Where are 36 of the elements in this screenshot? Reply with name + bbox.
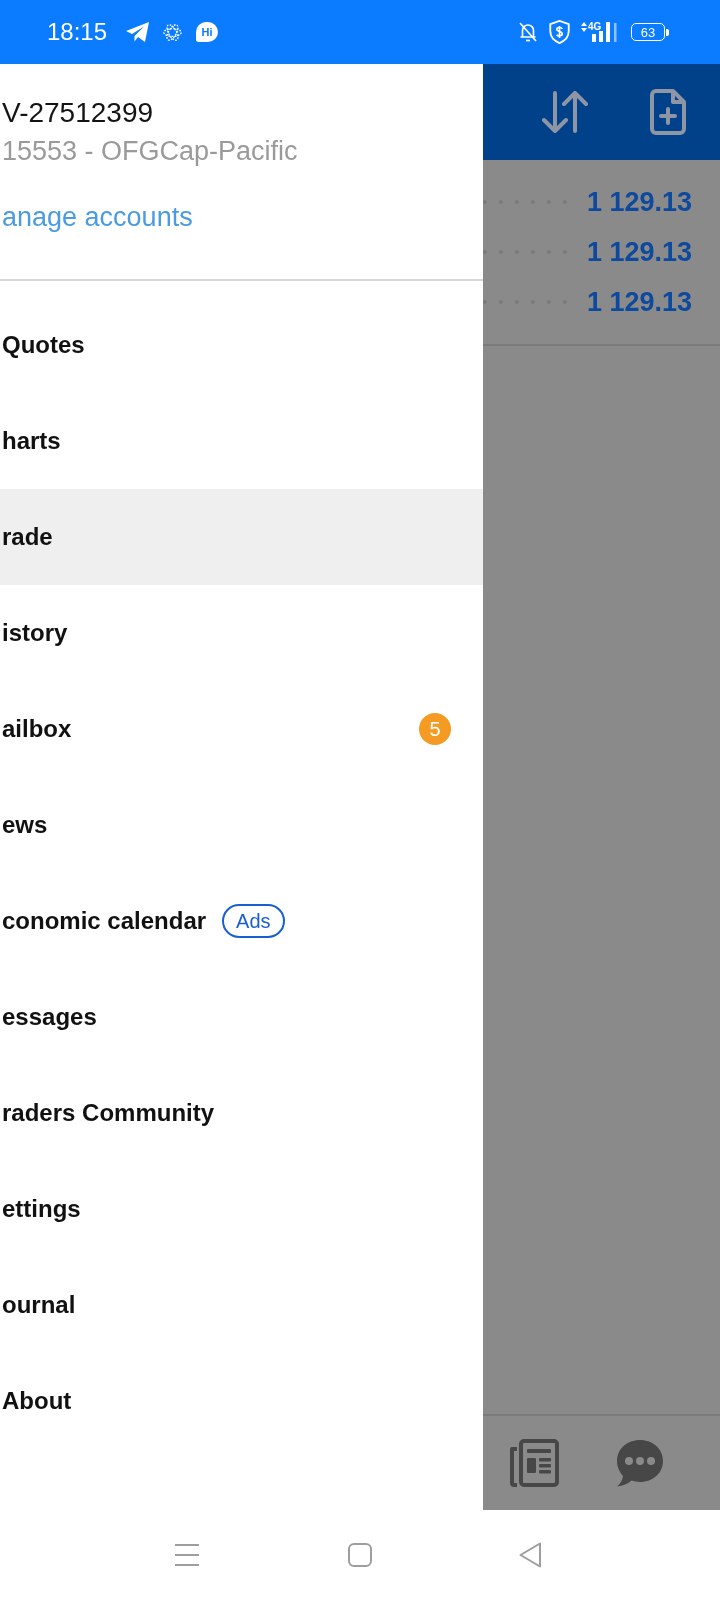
- network-type-label: 4G: [588, 22, 603, 32]
- menu-item-label: rade: [2, 523, 53, 551]
- data-arrows-icon: [581, 22, 587, 32]
- menu-item[interactable]: rade: [0, 489, 483, 585]
- chat-bubble-icon[interactable]: [616, 1439, 664, 1487]
- menu-item-label: Quotes: [2, 331, 85, 359]
- price-value: 1 129.13: [586, 236, 692, 268]
- paper-plane-icon: [126, 22, 150, 42]
- menu-item-label: ournal: [2, 1291, 76, 1319]
- unread-count-badge: 5: [419, 713, 451, 745]
- menu-item-label: ettings: [2, 1195, 81, 1223]
- menu-item-label: ews: [2, 811, 48, 839]
- recent-apps-icon[interactable]: [175, 1543, 199, 1567]
- menu-item-label: istory: [2, 619, 68, 647]
- add-document-icon[interactable]: [650, 89, 686, 135]
- chat-app-icon: Hi: [196, 22, 219, 42]
- shield-dollar-icon: [549, 20, 570, 44]
- back-icon[interactable]: [519, 1542, 541, 1568]
- muted-bell-icon: [519, 22, 537, 42]
- menu-item-label: ailbox: [2, 715, 72, 743]
- server-name: 15553 - OFGCap-Pacific: [2, 135, 298, 168]
- clock-time: 18:15: [47, 18, 108, 46]
- account-number: V-27512399: [2, 96, 154, 130]
- sort-arrows-icon[interactable]: [542, 91, 588, 133]
- menu-item-label: essages: [2, 1003, 97, 1031]
- atom-icon: [163, 22, 183, 42]
- newspaper-icon[interactable]: [509, 1439, 559, 1487]
- price-value: 1 129.13: [586, 186, 692, 218]
- home-icon[interactable]: [348, 1543, 372, 1567]
- ads-tag: Ads: [222, 904, 285, 938]
- menu-item-label: raders Community: [2, 1099, 215, 1127]
- menu-item-label: harts: [2, 427, 61, 455]
- battery-indicator: 63: [631, 23, 669, 41]
- menu-item-label: conomic calendar: [2, 907, 207, 935]
- price-value: 1 129.13: [586, 286, 692, 318]
- menu-item-label: About: [2, 1387, 72, 1415]
